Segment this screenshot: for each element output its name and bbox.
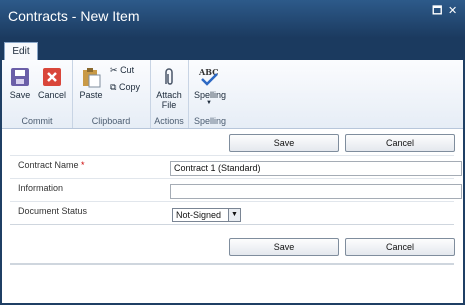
window-title: Contracts - New Item <box>8 8 140 24</box>
ribbon-group-commit: Save Cancel Commit <box>2 60 73 128</box>
required-marker: * <box>81 160 85 170</box>
tab-strip: Edit <box>0 38 465 61</box>
chevron-down-icon: ▼ <box>206 100 212 106</box>
document-status-select[interactable]: Not-Signed ▼ <box>172 208 241 222</box>
divider <box>10 224 454 225</box>
title-bar: Contracts - New Item 🗖 ✕ <box>0 0 465 38</box>
ribbon-group-clipboard: Paste ✂ Cut ⧉ Copy Clipboard <box>72 60 151 128</box>
ribbon-group-label: Commit <box>21 116 53 126</box>
form-row: Information <box>10 178 462 202</box>
spelling-button[interactable]: ABC Spelling ▼ <box>194 66 226 106</box>
spellcheck-icon: ABC <box>198 66 220 88</box>
cancel-button[interactable]: Cancel <box>345 134 455 152</box>
information-field[interactable] <box>170 184 462 199</box>
cut-button[interactable]: ✂ Cut <box>110 65 134 76</box>
paperclip-icon <box>158 66 180 88</box>
field-label: Information <box>18 183 64 193</box>
save-icon <box>9 66 31 88</box>
form-row: Document Status Not-Signed ▼ <box>10 201 454 225</box>
copy-button[interactable]: ⧉ Copy <box>110 82 140 93</box>
paste-button[interactable]: Paste <box>76 66 106 100</box>
cancel-button[interactable]: Cancel <box>345 238 455 256</box>
ribbon-group-spelling: ABC Spelling ▼ Spelling <box>188 60 232 128</box>
paste-icon <box>80 66 102 88</box>
contract-name-field[interactable]: Contract 1 (Standard) <box>170 161 462 176</box>
ribbon-group-actions: Attach File Actions <box>150 60 189 128</box>
form-row: Contract Name * Contract 1 (Standard) <box>10 155 462 179</box>
tab-edit[interactable]: Edit <box>4 42 38 61</box>
save-button[interactable]: Save <box>5 66 35 100</box>
ribbon-group-label: Spelling <box>193 116 227 126</box>
maximize-icon[interactable]: 🗖 <box>432 5 442 17</box>
ribbon: Save Cancel Commit Paste ✂ Cut ⧉ Copy Cl… <box>2 60 463 129</box>
save-button[interactable]: Save <box>229 134 339 152</box>
form-area: Save Cancel Contract Name * Contract 1 (… <box>2 129 463 303</box>
ribbon-group-label: Actions <box>154 116 184 126</box>
dialog-window: Contracts - New Item 🗖 ✕ Edit Save Cance… <box>0 0 465 305</box>
divider <box>10 263 454 265</box>
field-label: Contract Name * <box>18 160 85 170</box>
save-button[interactable]: Save <box>229 238 339 256</box>
cut-icon: ✂ <box>110 65 118 75</box>
field-label: Document Status <box>18 206 88 216</box>
attach-file-button[interactable]: Attach File <box>154 66 184 110</box>
chevron-down-icon: ▼ <box>228 209 240 221</box>
cancel-button[interactable]: Cancel <box>37 66 67 100</box>
close-icon[interactable]: ✕ <box>448 5 457 17</box>
copy-icon: ⧉ <box>110 82 117 92</box>
cancel-icon <box>41 66 63 88</box>
ribbon-group-label: Clipboard <box>91 116 131 126</box>
